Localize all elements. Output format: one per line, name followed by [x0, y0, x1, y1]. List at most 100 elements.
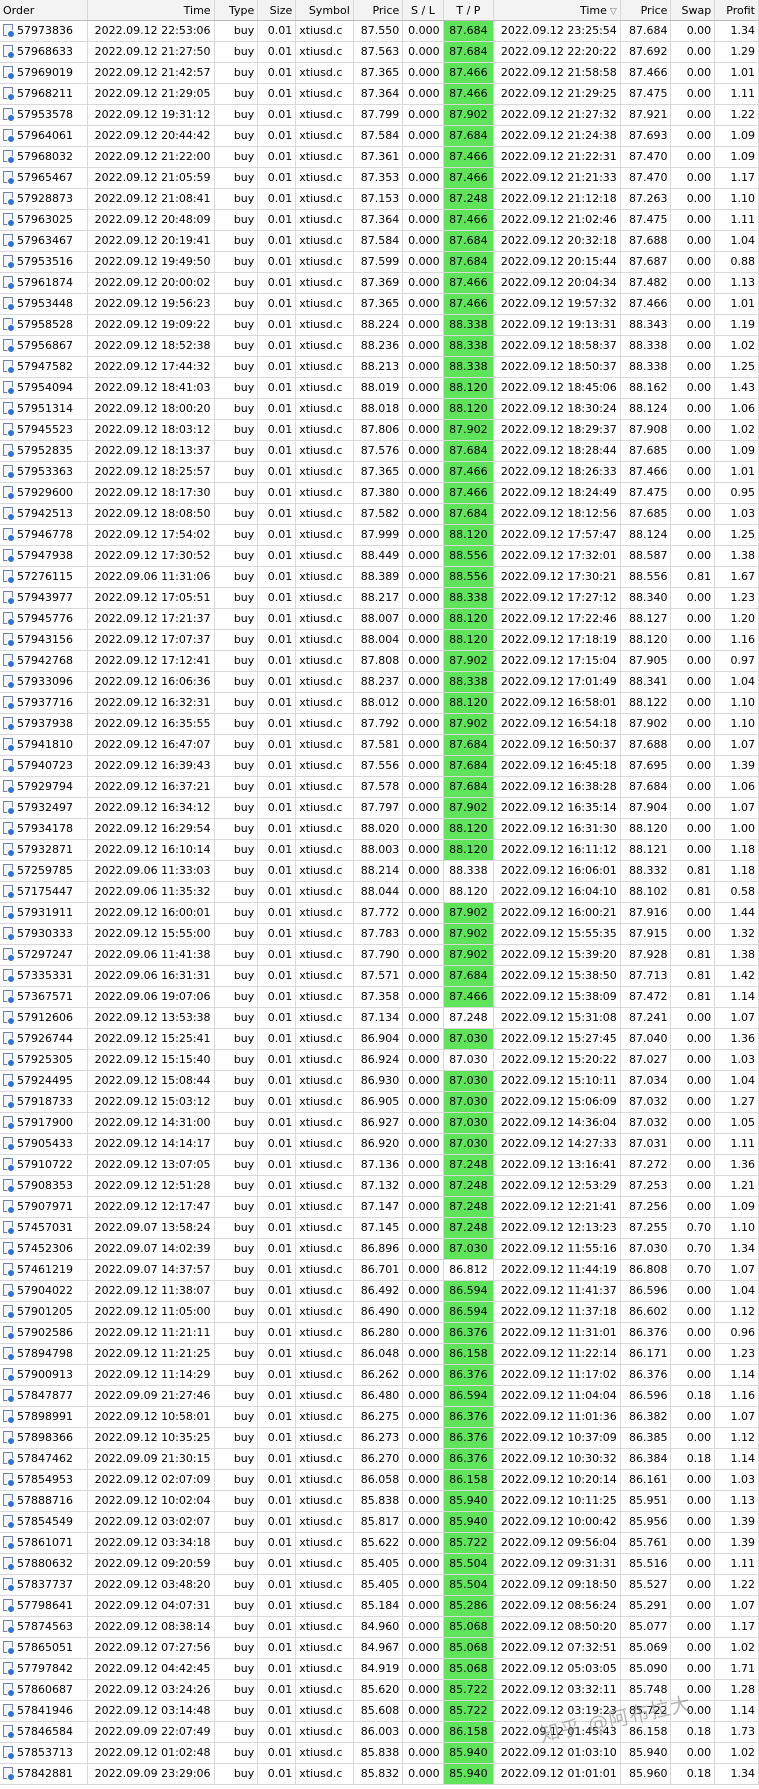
table-row[interactable]: 57797842 2022.09.12 04:42:45 buy 0.01 xtiusd…	[0, 1658, 759, 1680]
table-row[interactable]: 57958528 2022.09.12 19:09:22 buy 0.01 xtiusd…	[0, 314, 759, 336]
table-row[interactable]: 57894798 2022.09.12 11:21:25 buy 0.01 xtiusd…	[0, 1343, 759, 1365]
table-row[interactable]: 57928873 2022.09.12 21:08:41 buy 0.01 xtiusd…	[0, 188, 759, 210]
col-header-tp[interactable]: T / P	[443, 0, 495, 21]
table-row[interactable]: 57953516 2022.09.12 19:49:50 buy 0.01 xtiusd…	[0, 251, 759, 273]
table-row[interactable]: 57929794 2022.09.12 16:37:21 buy 0.01 xtiusd…	[0, 776, 759, 798]
col-header-symbol[interactable]: Symbol	[295, 0, 354, 21]
table-row[interactable]: 57910722 2022.09.12 13:07:05 buy 0.01 xtiusd…	[0, 1154, 759, 1176]
table-row[interactable]: 57846584 2022.09.09 22:07:49 buy 0.01 xtiusd…	[0, 1721, 759, 1743]
table-row[interactable]: 57932497 2022.09.12 16:34:12 buy 0.01 xtiusd…	[0, 797, 759, 819]
table-row[interactable]: 57973836 2022.09.12 22:53:06 buy 0.01 xtiusd…	[0, 20, 759, 42]
table-row[interactable]: 57798641 2022.09.12 04:07:31 buy 0.01 xtiusd…	[0, 1595, 759, 1617]
table-row[interactable]: 57898366 2022.09.12 10:35:25 buy 0.01 xtiusd…	[0, 1427, 759, 1449]
table-row[interactable]: 57861071 2022.09.12 03:34:18 buy 0.01 xtiusd…	[0, 1532, 759, 1554]
table-row[interactable]: 57860687 2022.09.12 03:24:26 buy 0.01 xtiusd…	[0, 1679, 759, 1701]
table-row[interactable]: 57841946 2022.09.12 03:14:48 buy 0.01 xtiusd…	[0, 1700, 759, 1722]
table-row[interactable]: 57912606 2022.09.12 13:53:38 buy 0.01 xtiusd…	[0, 1007, 759, 1029]
cell-open-time: 2022.09.06 11:41:38	[87, 944, 215, 966]
table-row[interactable]: 57918733 2022.09.12 15:03:12 buy 0.01 xtiusd…	[0, 1091, 759, 1113]
table-row[interactable]: 57276115 2022.09.06 11:31:06 buy 0.01 xtiusd…	[0, 566, 759, 588]
col-header-swap[interactable]: Swap	[670, 0, 716, 21]
table-row[interactable]: 57926744 2022.09.12 15:25:41 buy 0.01 xtiusd…	[0, 1028, 759, 1050]
table-row[interactable]: 57837737 2022.09.12 03:48:20 buy 0.01 xtiusd…	[0, 1574, 759, 1596]
col-header-size[interactable]: Size	[257, 0, 297, 21]
col-header-sl[interactable]: S / L	[402, 0, 444, 21]
table-row[interactable]: 57942768 2022.09.12 17:12:41 buy 0.01 xtiusd…	[0, 650, 759, 672]
table-row[interactable]: 57943156 2022.09.12 17:07:37 buy 0.01 xtiusd…	[0, 629, 759, 651]
col-header-close-price[interactable]: Price	[620, 0, 672, 21]
table-row[interactable]: 57854549 2022.09.12 03:02:07 buy 0.01 xtiusd…	[0, 1511, 759, 1533]
table-row[interactable]: 57952835 2022.09.12 18:13:37 buy 0.01 xtiusd…	[0, 440, 759, 462]
table-row[interactable]: 57937938 2022.09.12 16:35:55 buy 0.01 xtiusd…	[0, 713, 759, 735]
table-row[interactable]: 57968211 2022.09.12 21:29:05 buy 0.01 xtiusd…	[0, 83, 759, 105]
table-row[interactable]: 57930333 2022.09.12 15:55:00 buy 0.01 xtiusd…	[0, 923, 759, 945]
table-row[interactable]: 57898991 2022.09.12 10:58:01 buy 0.01 xtiusd…	[0, 1406, 759, 1428]
table-row[interactable]: 57847462 2022.09.09 21:30:15 buy 0.01 xtiusd…	[0, 1448, 759, 1470]
table-row[interactable]: 57947938 2022.09.12 17:30:52 buy 0.01 xtiusd…	[0, 545, 759, 567]
table-row[interactable]: 57842881 2022.09.09 23:29:06 buy 0.01 xtiusd…	[0, 1763, 759, 1785]
table-row[interactable]: 57901205 2022.09.12 11:05:00 buy 0.01 xtiusd…	[0, 1301, 759, 1323]
table-row[interactable]: 57945776 2022.09.12 17:21:37 buy 0.01 xtiusd…	[0, 608, 759, 630]
table-row[interactable]: 57925305 2022.09.12 15:15:40 buy 0.01 xtiusd…	[0, 1049, 759, 1071]
table-row[interactable]: 57847877 2022.09.09 21:27:46 buy 0.01 xtiusd…	[0, 1385, 759, 1407]
table-row[interactable]: 57854953 2022.09.12 02:07:09 buy 0.01 xtiusd…	[0, 1469, 759, 1491]
table-row[interactable]: 57933096 2022.09.12 16:06:36 buy 0.01 xtiusd…	[0, 671, 759, 693]
table-row[interactable]: 57452306 2022.09.07 14:02:39 buy 0.01 xtiusd…	[0, 1238, 759, 1260]
table-row[interactable]: 57934178 2022.09.12 16:29:54 buy 0.01 xtiusd…	[0, 818, 759, 840]
table-row[interactable]: 57907971 2022.09.12 12:17:47 buy 0.01 xtiusd…	[0, 1196, 759, 1218]
table-row[interactable]: 57297247 2022.09.06 11:41:38 buy 0.01 xtiusd…	[0, 944, 759, 966]
col-header-open-price[interactable]: Price	[353, 0, 404, 21]
col-header-profit[interactable]: Profit	[714, 0, 759, 21]
table-row[interactable]: 57905433 2022.09.12 14:14:17 buy 0.01 xtiusd…	[0, 1133, 759, 1155]
table-row[interactable]: 57924495 2022.09.12 15:08:44 buy 0.01 xtiusd…	[0, 1070, 759, 1092]
table-row[interactable]: 57954094 2022.09.12 18:41:03 buy 0.01 xtiusd…	[0, 377, 759, 399]
table-row[interactable]: 57969019 2022.09.12 21:42:57 buy 0.01 xtiusd…	[0, 62, 759, 84]
table-row[interactable]: 57865051 2022.09.12 07:27:56 buy 0.01 xtiusd…	[0, 1637, 759, 1659]
table-row[interactable]: 57947582 2022.09.12 17:44:32 buy 0.01 xtiusd…	[0, 356, 759, 378]
table-row[interactable]: 57964061 2022.09.12 20:44:42 buy 0.01 xtiusd…	[0, 125, 759, 147]
table-row[interactable]: 57853713 2022.09.12 01:02:48 buy 0.01 xtiusd…	[0, 1742, 759, 1764]
table-row[interactable]: 57968633 2022.09.12 21:27:50 buy 0.01 xtiusd…	[0, 41, 759, 63]
table-row[interactable]: 57175447 2022.09.06 11:35:32 buy 0.01 xtiusd…	[0, 881, 759, 903]
table-row[interactable]: 57904022 2022.09.12 11:38:07 buy 0.01 xtiusd…	[0, 1280, 759, 1302]
table-row[interactable]: 57880632 2022.09.12 09:20:59 buy 0.01 xtiusd…	[0, 1553, 759, 1575]
table-row[interactable]: 57946778 2022.09.12 17:54:02 buy 0.01 xtiusd…	[0, 524, 759, 546]
table-row[interactable]: 57942513 2022.09.12 18:08:50 buy 0.01 xtiusd…	[0, 503, 759, 525]
table-row[interactable]: 57335331 2022.09.06 16:31:31 buy 0.01 xtiusd…	[0, 965, 759, 987]
table-row[interactable]: 57908353 2022.09.12 12:51:28 buy 0.01 xtiusd…	[0, 1175, 759, 1197]
table-row[interactable]: 57888716 2022.09.12 10:02:04 buy 0.01 xtiusd…	[0, 1490, 759, 1512]
table-row[interactable]: 57457031 2022.09.07 13:58:24 buy 0.01 xtiusd…	[0, 1217, 759, 1239]
table-row[interactable]: 57917900 2022.09.12 14:31:00 buy 0.01 xtiusd…	[0, 1112, 759, 1134]
table-row[interactable]: 57931911 2022.09.12 16:00:01 buy 0.01 xtiusd…	[0, 902, 759, 924]
table-row[interactable]: 57937716 2022.09.12 16:32:31 buy 0.01 xtiusd…	[0, 692, 759, 714]
col-header-open-time[interactable]: Time	[87, 0, 215, 21]
table-row[interactable]: 57259785 2022.09.06 11:33:03 buy 0.01 xtiusd…	[0, 860, 759, 882]
table-row[interactable]: 57943977 2022.09.12 17:05:51 buy 0.01 xtiusd…	[0, 587, 759, 609]
cell-swap: 0.00	[670, 1637, 716, 1659]
table-row[interactable]: 57951314 2022.09.12 18:00:20 buy 0.01 xtiusd…	[0, 398, 759, 420]
table-row[interactable]: 57965467 2022.09.12 21:05:59 buy 0.01 xtiusd…	[0, 167, 759, 189]
table-row[interactable]: 57940723 2022.09.12 16:39:43 buy 0.01 xtiusd…	[0, 755, 759, 777]
table-row[interactable]: 57929600 2022.09.12 18:17:30 buy 0.01 xtiusd…	[0, 482, 759, 504]
cell-type: buy	[214, 566, 259, 588]
table-row[interactable]: 57968032 2022.09.12 21:22:00 buy 0.01 xtiusd…	[0, 146, 759, 168]
cell-open-time: 2022.09.12 15:55:00	[87, 923, 215, 945]
table-row[interactable]: 57874563 2022.09.12 08:38:14 buy 0.01 xtiusd…	[0, 1616, 759, 1638]
table-row[interactable]: 57941810 2022.09.12 16:47:07 buy 0.01 xtiusd…	[0, 734, 759, 756]
table-row[interactable]: 57900913 2022.09.12 11:14:29 buy 0.01 xtiusd…	[0, 1364, 759, 1386]
col-header-order[interactable]: Order	[0, 0, 88, 21]
table-row[interactable]: 57945523 2022.09.12 18:03:12 buy 0.01 xtiusd…	[0, 419, 759, 441]
table-row[interactable]: 57367571 2022.09.06 19:07:06 buy 0.01 xtiusd…	[0, 986, 759, 1008]
table-row[interactable]: 57963467 2022.09.12 20:19:41 buy 0.01 xtiusd…	[0, 230, 759, 252]
col-header-type[interactable]: Type	[214, 0, 259, 21]
table-row[interactable]: 57953578 2022.09.12 19:31:12 buy 0.01 xtiusd…	[0, 104, 759, 126]
table-row[interactable]: 57963025 2022.09.12 20:48:09 buy 0.01 xtiusd…	[0, 209, 759, 231]
table-row[interactable]: 57953448 2022.09.12 19:56:23 buy 0.01 xtiusd…	[0, 293, 759, 315]
table-row[interactable]: 57961874 2022.09.12 20:00:02 buy 0.01 xtiusd…	[0, 272, 759, 294]
table-row[interactable]: 57902586 2022.09.12 11:21:11 buy 0.01 xtiusd…	[0, 1322, 759, 1344]
col-header-close-time[interactable]: Time ▽	[493, 0, 621, 21]
table-row[interactable]: 57461219 2022.09.07 14:37:57 buy 0.01 xtiusd…	[0, 1259, 759, 1281]
table-row[interactable]: 57956867 2022.09.12 18:52:38 buy 0.01 xtiusd…	[0, 335, 759, 357]
table-row[interactable]: 57953363 2022.09.12 18:25:57 buy 0.01 xtiusd…	[0, 461, 759, 483]
table-row[interactable]: 57932871 2022.09.12 16:10:14 buy 0.01 xtiusd…	[0, 839, 759, 861]
